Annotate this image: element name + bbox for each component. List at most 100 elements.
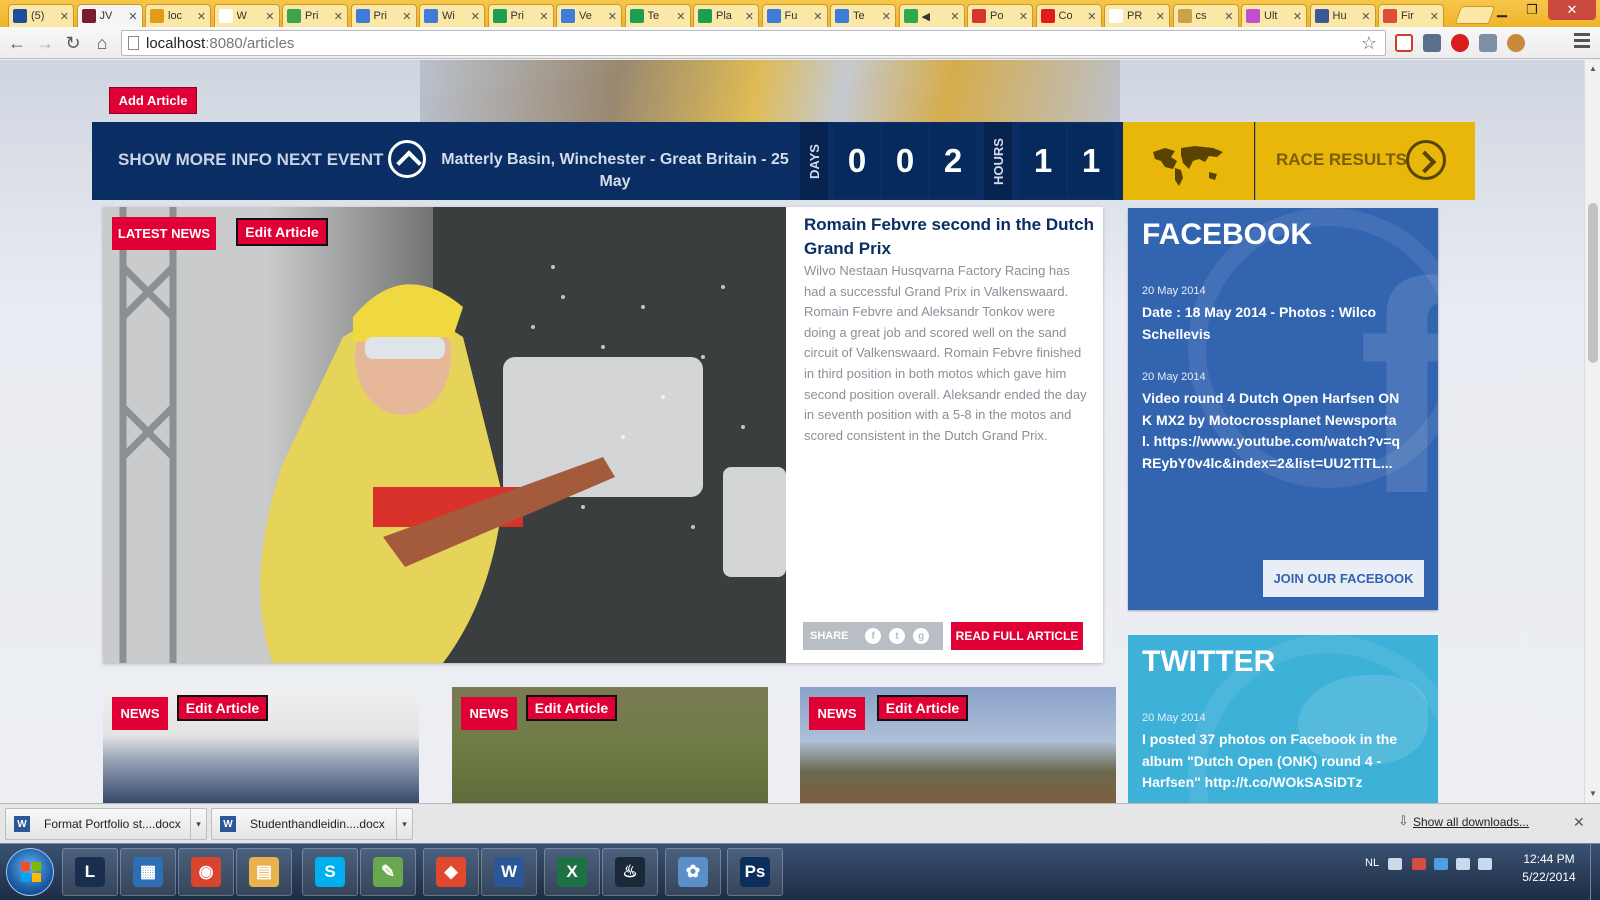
clock-time[interactable]: 12:44 PM: [1518, 852, 1580, 866]
browser-tab[interactable]: PR ✕: [1104, 4, 1170, 27]
edit-article-button[interactable]: Edit Article: [236, 218, 328, 246]
reload-icon[interactable]: ↻: [62, 32, 84, 54]
browser-tab[interactable]: cs ✕: [1172, 4, 1239, 27]
minimize-icon[interactable]: ▁: [1488, 0, 1516, 20]
address-bar[interactable]: localhost:8080/articles ☆: [121, 30, 1386, 56]
tab-close-icon[interactable]: ✕: [128, 10, 137, 23]
tab-close-icon[interactable]: ✕: [1156, 10, 1165, 23]
post-text[interactable]: I posted 37 photos on Facebook in the al…: [1142, 729, 1404, 794]
show-all-downloads-link[interactable]: Show all downloads...: [1413, 815, 1529, 829]
chrome-menu-icon[interactable]: [1574, 33, 1590, 51]
tab-close-icon[interactable]: ✕: [60, 10, 69, 23]
eyedropper-extension-icon[interactable]: [1423, 34, 1441, 52]
browser-tab[interactable]: W ✕: [213, 4, 280, 27]
tab-close-icon[interactable]: ✕: [334, 10, 343, 23]
browser-tab[interactable]: Te ✕: [624, 4, 691, 27]
taskbar-app-excel[interactable]: X: [544, 848, 600, 896]
page-scrollbar[interactable]: ▲ ▼: [1584, 60, 1600, 803]
browser-tab[interactable]: Fir ✕: [1378, 4, 1444, 27]
browser-tab[interactable]: loc ✕: [145, 4, 211, 27]
tab-close-icon[interactable]: ✕: [950, 10, 959, 23]
taskbar-app-skype[interactable]: S: [302, 848, 358, 896]
read-full-article-button[interactable]: READ FULL ARTICLE: [951, 622, 1083, 650]
scroll-down-icon[interactable]: ▼: [1589, 789, 1597, 798]
browser-tab[interactable]: Ult ✕: [1241, 4, 1307, 27]
browser-tab[interactable]: ◀ ✕: [898, 4, 965, 27]
tab-close-icon[interactable]: ✕: [745, 10, 754, 23]
browser-tab[interactable]: Co ✕: [1035, 4, 1102, 27]
browser-tab[interactable]: Pri ✕: [487, 4, 554, 27]
browser-tab[interactable]: Hu ✕: [1309, 4, 1376, 27]
feed-extension-icon[interactable]: [1479, 34, 1497, 52]
chevron-down-icon[interactable]: ▾: [190, 809, 206, 839]
taskbar-app-steam[interactable]: ♨: [602, 848, 658, 896]
notification-icon[interactable]: [1388, 858, 1402, 870]
download-item[interactable]: W Format Portfolio st....docx ▾: [5, 808, 207, 840]
adblock-extension-icon[interactable]: [1451, 34, 1469, 52]
scroll-up-icon[interactable]: ▲: [1589, 64, 1597, 73]
language-indicator[interactable]: NL: [1365, 857, 1379, 869]
browser-tab[interactable]: Po ✕: [967, 4, 1033, 27]
cookie-extension-icon[interactable]: [1507, 34, 1525, 52]
tab-close-icon[interactable]: ✕: [197, 10, 206, 23]
tab-close-icon[interactable]: ✕: [402, 10, 411, 23]
bookmark-star-icon[interactable]: ☆: [1361, 33, 1377, 54]
flag-icon[interactable]: [1412, 858, 1426, 870]
browser-tab[interactable]: Wi ✕: [419, 4, 485, 27]
post-text[interactable]: Date : 18 May 2014 - Photos : Wilco Sche…: [1142, 302, 1404, 345]
edit-article-button[interactable]: Edit Article: [526, 695, 617, 721]
home-icon[interactable]: ⌂: [91, 32, 113, 54]
race-results-button[interactable]: RACE RESULTS: [1255, 122, 1475, 200]
tab-close-icon[interactable]: ✕: [1087, 10, 1096, 23]
close-icon[interactable]: ✕: [1573, 814, 1585, 831]
tab-close-icon[interactable]: ✕: [265, 10, 274, 23]
taskbar-app-notepad[interactable]: ✎: [360, 848, 416, 896]
scroll-thumb[interactable]: [1588, 203, 1598, 363]
clock-date[interactable]: 5/22/2014: [1518, 870, 1580, 884]
tab-close-icon[interactable]: ✕: [1430, 10, 1439, 23]
browser-tab[interactable]: JV ✕: [76, 4, 143, 27]
tab-close-icon[interactable]: ✕: [608, 10, 617, 23]
tab-close-icon[interactable]: ✕: [471, 10, 480, 23]
edit-article-button[interactable]: Edit Article: [177, 695, 268, 721]
browser-tab[interactable]: Fu ✕: [761, 4, 828, 27]
world-map-button[interactable]: [1123, 122, 1254, 200]
close-window-icon[interactable]: ✕: [1548, 0, 1596, 20]
volume-icon[interactable]: [1478, 858, 1492, 870]
add-article-button[interactable]: Add Article: [109, 87, 197, 114]
tab-close-icon[interactable]: ✕: [676, 10, 685, 23]
browser-tab[interactable]: Pla ✕: [693, 4, 759, 27]
tab-close-icon[interactable]: ✕: [1224, 10, 1233, 23]
dropbox-icon[interactable]: [1434, 858, 1448, 870]
article-title[interactable]: Romain Febvre second in the Dutch Grand …: [804, 213, 1094, 261]
download-item[interactable]: W Studenthandleidin....docx ▾: [211, 808, 413, 840]
show-desktop-button[interactable]: [1590, 844, 1600, 900]
news-card[interactable]: NEWS Edit Article: [800, 687, 1116, 803]
browser-tab[interactable]: Pri ✕: [350, 4, 417, 27]
tab-close-icon[interactable]: ✕: [1293, 10, 1302, 23]
taskbar-app-explorer[interactable]: ▤: [236, 848, 292, 896]
browser-tab[interactable]: Pri ✕: [282, 4, 348, 27]
start-button[interactable]: [6, 848, 54, 896]
show-more-info-link[interactable]: SHOW MORE INFO NEXT EVENT: [118, 150, 383, 170]
tab-close-icon[interactable]: ✕: [539, 10, 548, 23]
news-card[interactable]: NEWS Edit Article: [103, 687, 419, 803]
taskbar-app-chrome[interactable]: ◉: [178, 848, 234, 896]
taskbar-app-word[interactable]: W: [481, 848, 537, 896]
browser-tab[interactable]: Te ✕: [830, 4, 896, 27]
tab-close-icon[interactable]: ✕: [1019, 10, 1028, 23]
browser-tab[interactable]: (5) ✕: [8, 4, 74, 27]
google-plus-share-icon[interactable]: g: [913, 628, 929, 644]
join-facebook-button[interactable]: JOIN OUR FACEBOOK: [1263, 560, 1424, 597]
taskbar-app-git[interactable]: ◆: [423, 848, 479, 896]
tab-close-icon[interactable]: ✕: [813, 10, 822, 23]
restore-icon[interactable]: ❐: [1518, 0, 1546, 20]
taskbar-app-league-of-legends[interactable]: L: [62, 848, 118, 896]
taskbar-app-paint[interactable]: ✿: [665, 848, 721, 896]
chevron-up-icon[interactable]: [388, 140, 426, 178]
tab-close-icon[interactable]: ✕: [882, 10, 891, 23]
featured-article-photo[interactable]: [103, 207, 786, 663]
tab-close-icon[interactable]: ✕: [1361, 10, 1370, 23]
forward-icon[interactable]: →: [34, 32, 56, 54]
taskbar-app-metro-apps[interactable]: ▦: [120, 848, 176, 896]
